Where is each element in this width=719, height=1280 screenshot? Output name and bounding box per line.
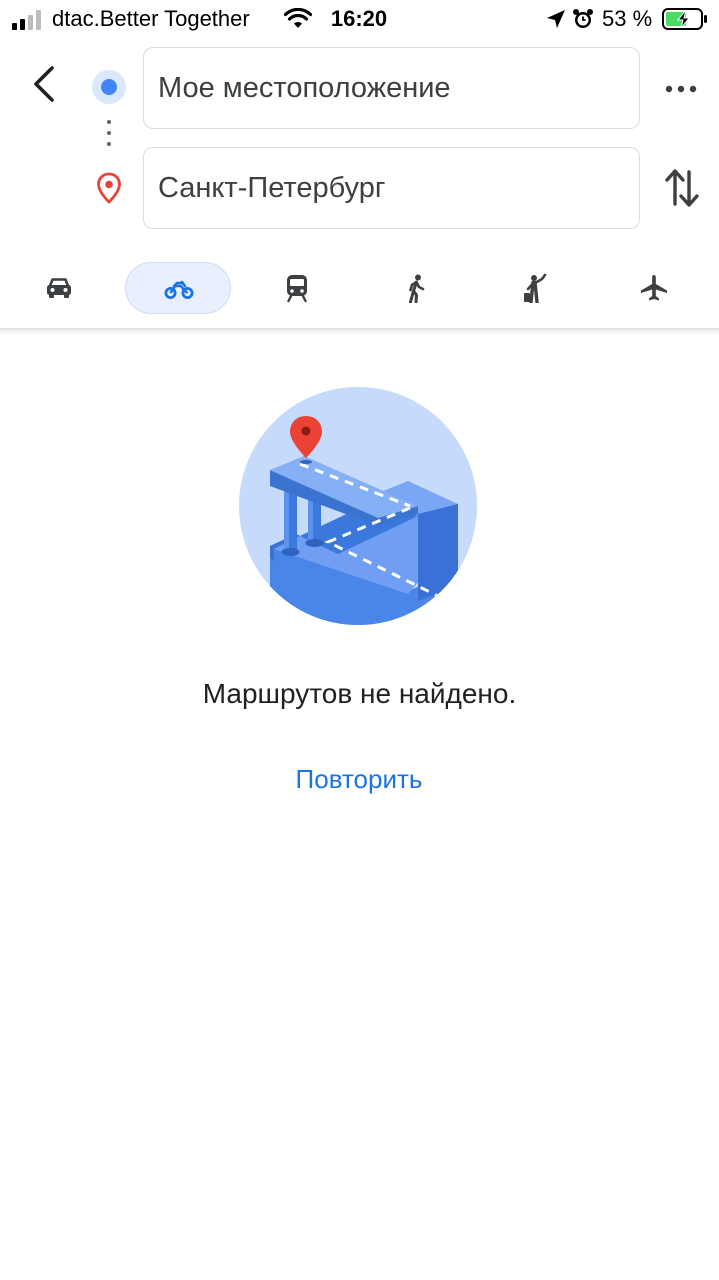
route-connector-dots — [106, 120, 112, 154]
alarm-icon — [573, 9, 593, 28]
retry-button[interactable]: Повторить — [259, 764, 459, 795]
battery-charging-icon — [662, 8, 707, 30]
cellular-signal-icon — [12, 10, 41, 30]
mode-flight-tab[interactable] — [601, 262, 707, 314]
mode-transit-tab[interactable] — [244, 262, 350, 314]
walk-icon — [409, 274, 425, 303]
origin-marker-icon — [92, 70, 126, 104]
destination-input[interactable]: Санкт-Петербург — [143, 147, 640, 229]
origin-input[interactable]: Мое местоположение — [143, 47, 640, 129]
flight-icon — [641, 275, 667, 301]
ride-hail-icon — [524, 273, 547, 303]
battery-percent: 53 % — [602, 6, 653, 31]
more-options-button[interactable] — [660, 72, 702, 106]
car-icon — [47, 278, 71, 298]
carrier-name: dtac.Better Together — [52, 6, 250, 31]
destination-pin-icon — [97, 172, 121, 204]
mode-motorcycle-tab[interactable] — [125, 262, 231, 314]
mode-driving-tab[interactable] — [6, 262, 112, 314]
train-icon — [287, 275, 307, 303]
travel-mode-tabs — [0, 258, 719, 318]
wifi-icon — [284, 8, 312, 28]
motorcycle-icon — [164, 280, 194, 299]
mode-ride-hailing-tab[interactable] — [482, 262, 588, 314]
status-bar: dtac.Better Together 16:20 53 % — [0, 0, 719, 40]
back-button[interactable] — [22, 62, 66, 106]
mode-walking-tab[interactable] — [363, 262, 469, 314]
location-arrow-icon — [547, 10, 565, 28]
header-divider — [0, 328, 719, 330]
no-route-illustration — [239, 387, 477, 625]
swap-directions-button[interactable] — [664, 166, 700, 210]
status-time: 16:20 — [330, 6, 388, 31]
no-routes-message: Маршрутов не найдено. — [202, 678, 517, 709]
